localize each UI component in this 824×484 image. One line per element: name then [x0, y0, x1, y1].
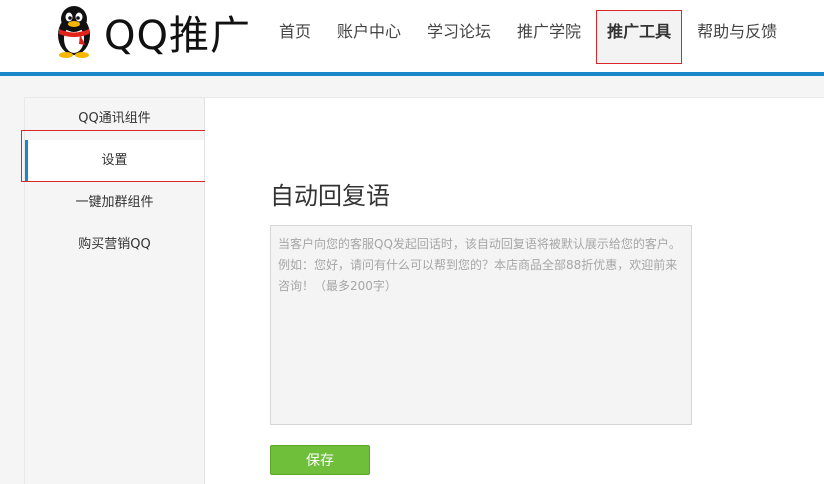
- sidebar-item-join-group-widget[interactable]: 一键加群组件: [25, 182, 204, 224]
- nav-item-help-feedback[interactable]: 帮助与反馈: [684, 0, 790, 66]
- page-title: 自动回复语: [270, 182, 390, 210]
- nav-item-promotion-tools[interactable]: 推广工具: [596, 10, 683, 64]
- nav-item-account-center[interactable]: 账户中心: [324, 0, 414, 66]
- nav-item-promotion-academy[interactable]: 推广学院: [504, 0, 594, 66]
- logo[interactable]: QQ推广: [50, 4, 251, 60]
- save-button[interactable]: 保存: [270, 445, 370, 475]
- logo-text: QQ推广: [104, 13, 251, 59]
- sidebar-item-qq-widget[interactable]: QQ通讯组件: [25, 98, 204, 140]
- nav-item-learning-forum[interactable]: 学习论坛: [414, 0, 504, 66]
- nav-item-home[interactable]: 首页: [266, 0, 324, 66]
- qq-penguin-icon: [58, 6, 90, 58]
- auto-reply-textarea[interactable]: [270, 225, 692, 425]
- header: QQ推广 首页 账户中心 学习论坛 推广学院 推广工具 帮助与反馈: [0, 0, 824, 72]
- main-nav: 首页 账户中心 学习论坛 推广学院 推广工具 帮助与反馈: [266, 0, 790, 66]
- sidebar-item-settings[interactable]: 设置: [25, 140, 204, 182]
- sidebar-item-buy-marketing-qq[interactable]: 购买营销QQ: [25, 224, 204, 266]
- sidebar: QQ通讯组件 设置 一键加群组件 购买营销QQ: [24, 97, 205, 484]
